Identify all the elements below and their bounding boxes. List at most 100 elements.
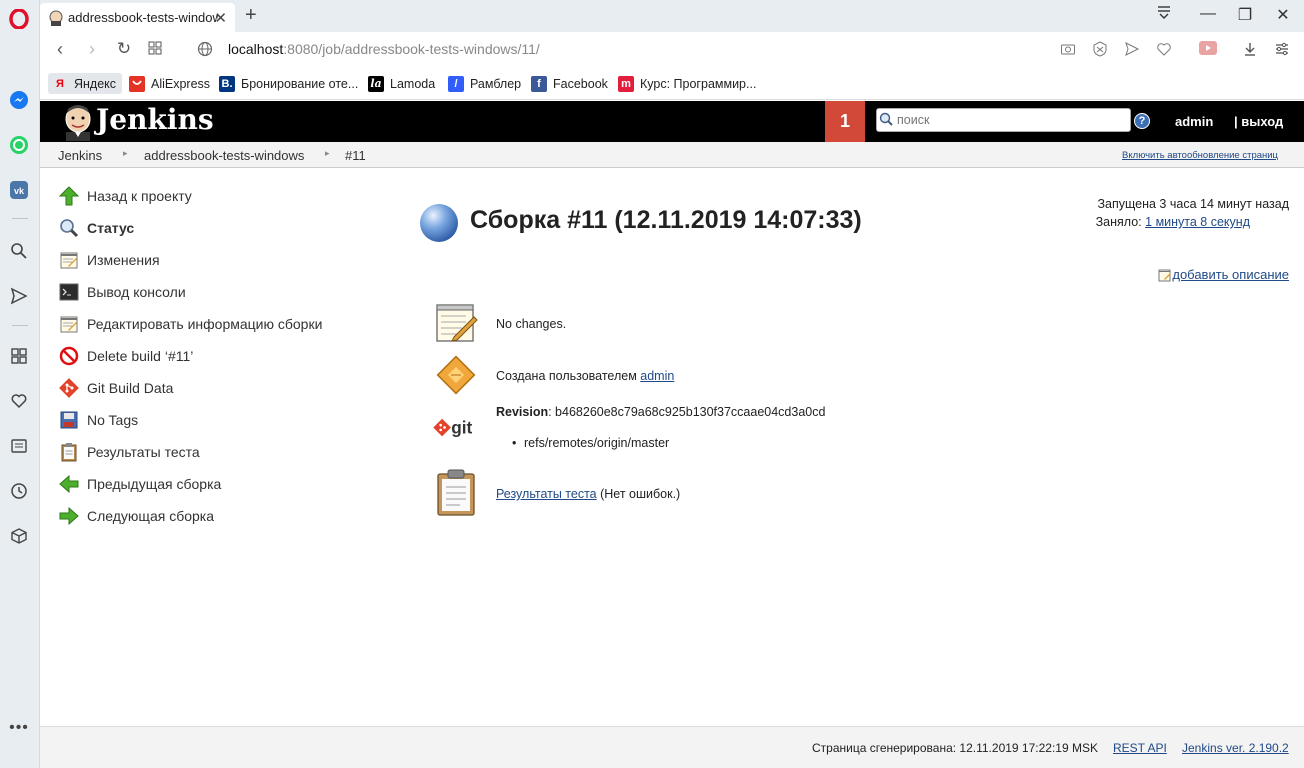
messenger-icon[interactable] (8, 89, 30, 111)
minimize-icon[interactable]: — (1197, 5, 1219, 23)
reload-icon[interactable]: ↻ (114, 39, 134, 59)
tab-menu-icon[interactable] (1153, 5, 1175, 24)
adblock-icon[interactable] (1092, 41, 1110, 59)
new-tab-button[interactable]: + (245, 4, 257, 27)
task-label: Вывод консоли (87, 284, 186, 300)
task-edit-build-info[interactable]: Редактировать информацию сборки (58, 312, 322, 336)
task-status[interactable]: Статус (58, 216, 134, 240)
whatsapp-icon[interactable] (8, 134, 30, 156)
bookmark-course[interactable]: m Курс: Программир... (618, 73, 756, 94)
bookmark-aliexpress[interactable]: AliExpress (129, 73, 210, 94)
task-next-build[interactable]: Следующая сборка (58, 504, 214, 528)
restore-icon[interactable]: ❐ (1234, 5, 1256, 25)
breadcrumb-build[interactable]: #11 (345, 148, 366, 163)
clipboard-icon (58, 441, 80, 463)
forward-icon[interactable]: › (82, 39, 102, 60)
page-generated-text: Страница сгенерирована: 12.11.2019 17:22… (812, 741, 1098, 755)
vk-icon[interactable]: vk (8, 179, 30, 201)
browser-tab[interactable]: addressbook-tests-windows ✕ (40, 3, 235, 32)
tab-title: addressbook-tests-windows (68, 10, 218, 25)
globe-icon[interactable] (197, 41, 215, 59)
created-by-user-link[interactable]: admin (640, 369, 674, 383)
task-console-output[interactable]: Вывод консоли (58, 280, 186, 304)
notepad-icon (1158, 269, 1172, 281)
task-no-tags[interactable]: No Tags (58, 408, 138, 432)
rest-api-link[interactable]: REST API (1113, 741, 1167, 755)
download-icon[interactable] (1242, 41, 1260, 59)
user-link[interactable]: admin (1175, 114, 1213, 129)
build-status-ball-icon (420, 204, 458, 242)
task-label: Следующая сборка (87, 508, 215, 524)
bookmark-rambler[interactable]: / Рамблер (448, 73, 521, 94)
task-git-build-data[interactable]: Git Build Data (58, 376, 173, 400)
history-icon[interactable] (8, 480, 30, 502)
clipboard-icon (433, 469, 479, 516)
news-icon[interactable] (8, 435, 30, 457)
heart-icon[interactable] (8, 390, 30, 412)
logout-link[interactable]: | выход (1234, 114, 1283, 129)
task-previous-build[interactable]: Предыдущая сборка (58, 472, 221, 496)
speed-dial-grid-icon[interactable] (145, 39, 165, 60)
bookmark-label: Яндекс (74, 76, 117, 91)
task-back-to-project[interactable]: Назад к проекту (58, 184, 192, 208)
add-description-link[interactable]: добавить описание (1158, 267, 1289, 282)
task-label: Назад к проекту (87, 188, 192, 204)
breadcrumb-separator-icon: ▸ (325, 148, 330, 158)
speed-dial-icon[interactable] (8, 345, 30, 367)
git-icon (58, 377, 80, 399)
search-input[interactable] (876, 108, 1131, 132)
build-duration-link[interactable]: 1 минута 8 секунд (1145, 215, 1250, 229)
test-results-text: Результаты теста (Нет ошибок.) (496, 487, 681, 501)
url-field[interactable]: localhost:8080/job/addressbook-tests-win… (228, 41, 540, 57)
close-tab-icon[interactable]: ✕ (214, 9, 227, 27)
task-changes[interactable]: Изменения (58, 248, 160, 272)
bookmark-heart-icon[interactable] (1156, 41, 1174, 59)
bookmark-label: Курс: Программир... (640, 76, 757, 91)
test-results-link[interactable]: Результаты теста (496, 487, 597, 501)
back-icon[interactable]: ‹ (50, 39, 70, 60)
more-icon[interactable]: ••• (8, 717, 30, 739)
breadcrumb-job[interactable]: addressbook-tests-windows (144, 148, 304, 163)
created-by-text: Создана пользователем admin (496, 369, 675, 383)
close-window-icon[interactable]: ✕ (1272, 5, 1294, 25)
bookmark-label: AliExpress (151, 76, 211, 91)
jenkins-favicon-icon (49, 10, 63, 26)
help-icon[interactable]: ? (1134, 113, 1150, 129)
bookmark-yandex[interactable]: Я Яндекс (48, 73, 123, 94)
tab-strip: addressbook-tests-windows ✕ + — ❐ ✕ (40, 0, 1304, 32)
easy-setup-icon[interactable] (1274, 41, 1292, 59)
bookmarks-bar: Я Яндекс AliExpress B. Бронирование оте.… (40, 67, 1304, 100)
search-icon[interactable] (8, 240, 30, 262)
no-changes-text: No changes. (496, 317, 567, 331)
autorefresh-link[interactable]: Включить автообновление страниц (1122, 150, 1278, 161)
svg-text:git: git (451, 418, 472, 438)
task-label: Статус (87, 220, 135, 236)
extensions-icon[interactable] (8, 525, 30, 547)
camera-icon[interactable] (1060, 41, 1078, 59)
bookmark-facebook[interactable]: f Facebook (531, 73, 608, 94)
share-icon[interactable] (1124, 41, 1142, 59)
task-label: No Tags (87, 412, 139, 428)
build-started-text: Запущена 3 часа 14 минут назад (1097, 197, 1289, 211)
notification-badge[interactable]: 1 (825, 101, 865, 142)
notepad-icon (433, 299, 479, 345)
jenkins-logo-text[interactable]: Jenkins (96, 103, 214, 136)
task-label: Git Build Data (87, 380, 174, 396)
task-test-results[interactable]: Результаты теста (58, 440, 200, 464)
opera-logo-icon[interactable] (8, 8, 30, 30)
task-delete-build[interactable]: Delete build ‘#11’ (58, 344, 193, 368)
up-arrow-icon (58, 185, 80, 207)
jenkins-butler-icon[interactable] (60, 103, 96, 141)
rambler-icon: / (448, 75, 464, 92)
bookmark-booking[interactable]: B. Бронирование оте... (219, 73, 358, 94)
bookmark-label: Facebook (553, 76, 608, 91)
footer: Страница сгенерирована: 12.11.2019 17:22… (40, 726, 1304, 768)
video-popout-icon[interactable] (1199, 41, 1217, 59)
jenkins-version-link[interactable]: Jenkins ver. 2.190.2 (1182, 741, 1289, 755)
task-label: Delete build ‘#11’ (87, 348, 194, 364)
bookmark-lamoda[interactable]: la Lamoda (368, 73, 435, 94)
aliexpress-icon (129, 75, 145, 92)
send-icon[interactable] (8, 285, 30, 307)
terminal-icon (58, 281, 80, 303)
breadcrumb-jenkins[interactable]: Jenkins (58, 148, 102, 163)
